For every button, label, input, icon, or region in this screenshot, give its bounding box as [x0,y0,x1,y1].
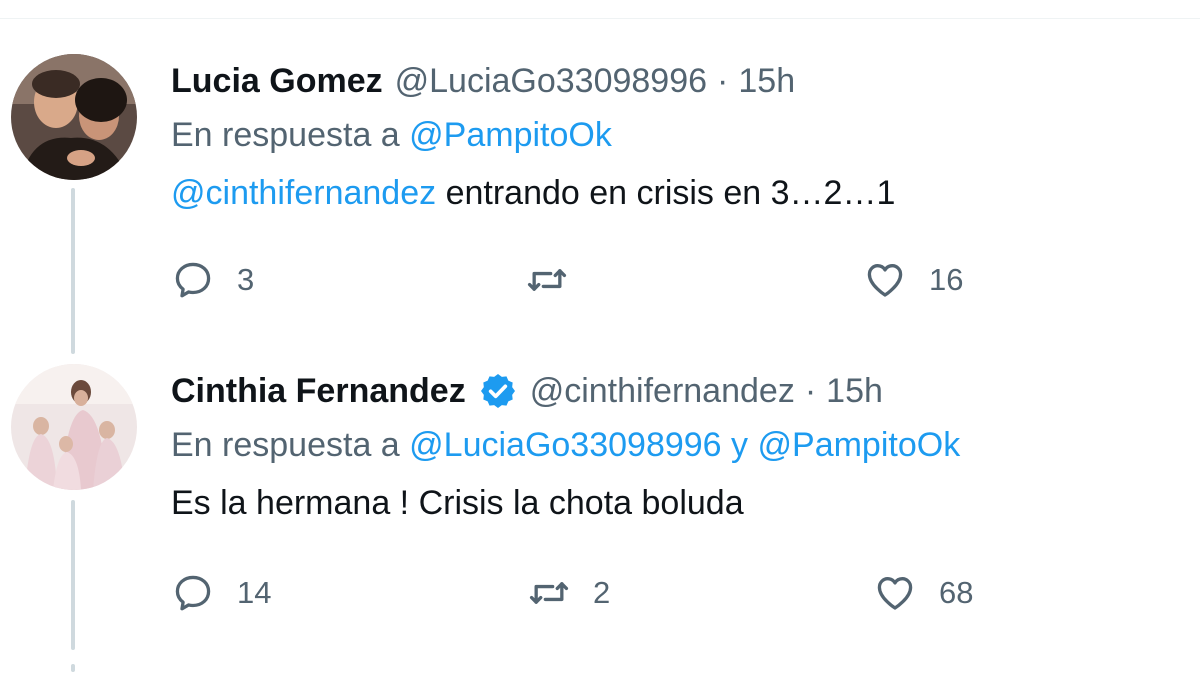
dot-separator: · [804,371,817,410]
avatar-photo-icon [11,54,137,180]
reply-button[interactable]: 14 [171,568,271,618]
display-name[interactable]: Lucia Gomez [171,62,383,101]
tweet-header: Lucia Gomez @LuciaGo33098996 · 15h [171,58,1181,104]
thread-connector-line [71,188,75,354]
heart-icon [877,577,913,610]
user-handle[interactable]: @cinthifernandez [530,372,795,411]
reply-count: 14 [237,575,272,610]
like-button[interactable]: 68 [873,568,973,618]
avatar-photo-icon [11,364,137,490]
reply-mention-link[interactable]: @PampitoOk [758,426,961,464]
retweet-arrows-icon [529,582,569,604]
reply-context: En respuesta a @LuciaGo33098996 y @Pampi… [171,426,1181,472]
reply-count: 3 [237,262,255,297]
reply-bubble-icon [175,575,211,611]
reply-prefix: En respuesta a [171,426,410,464]
avatar[interactable] [11,54,137,180]
timestamp[interactable]: 15h [738,62,795,101]
action-bar: 3 16 [171,255,1071,305]
avatar[interactable] [11,364,137,490]
retweet-count: 2 [593,575,611,610]
action-bar: 14 2 68 [171,568,1071,618]
like-count: 68 [939,575,974,610]
timestamp[interactable]: 15h [826,372,883,411]
text-mention-link[interactable]: @cinthifernandez [171,174,436,212]
thread-connector-line [71,500,75,650]
retweet-button[interactable]: 2 [527,568,610,618]
tweet-text-content: Es la hermana ! Crisis la chota boluda [171,484,744,522]
heart-icon [867,264,903,297]
retweet-button[interactable] [525,255,591,305]
tweet-text: @cinthifernandez entrando en crisis en 3… [171,174,1181,220]
retweet-arrows-icon [527,269,567,291]
tweet-header: Cinthia Fernandez @cinthifernandez · 15h [171,368,1181,414]
reply-prefix: En respuesta a [171,116,410,154]
reply-context: En respuesta a @PampitoOk [171,116,1181,162]
reply-joiner: y [721,426,758,464]
dot-separator: · [717,61,729,100]
reply-button[interactable]: 3 [171,255,254,305]
tweet-body: Lucia Gomez @LuciaGo33098996 · 15h En re… [171,58,1181,220]
tweet-text-content: entrando en crisis en 3…2…1 [436,174,896,212]
reply-bubble-icon [175,262,211,298]
like-count: 16 [929,262,964,297]
display-name[interactable]: Cinthia Fernandez [171,372,466,411]
tweet-text: Es la hermana ! Crisis la chota boluda [171,484,1181,530]
like-button[interactable]: 16 [863,255,963,305]
verified-badge-icon[interactable] [478,371,518,411]
tweet-body: Cinthia Fernandez @cinthifernandez · 15h… [171,368,1181,530]
thread-connector-line [71,664,75,672]
user-handle[interactable]: @LuciaGo33098996 [395,62,707,101]
top-divider [0,18,1200,19]
reply-mention-link[interactable]: @LuciaGo33098996 [409,426,721,464]
reply-mention-link[interactable]: @PampitoOk [409,116,612,154]
